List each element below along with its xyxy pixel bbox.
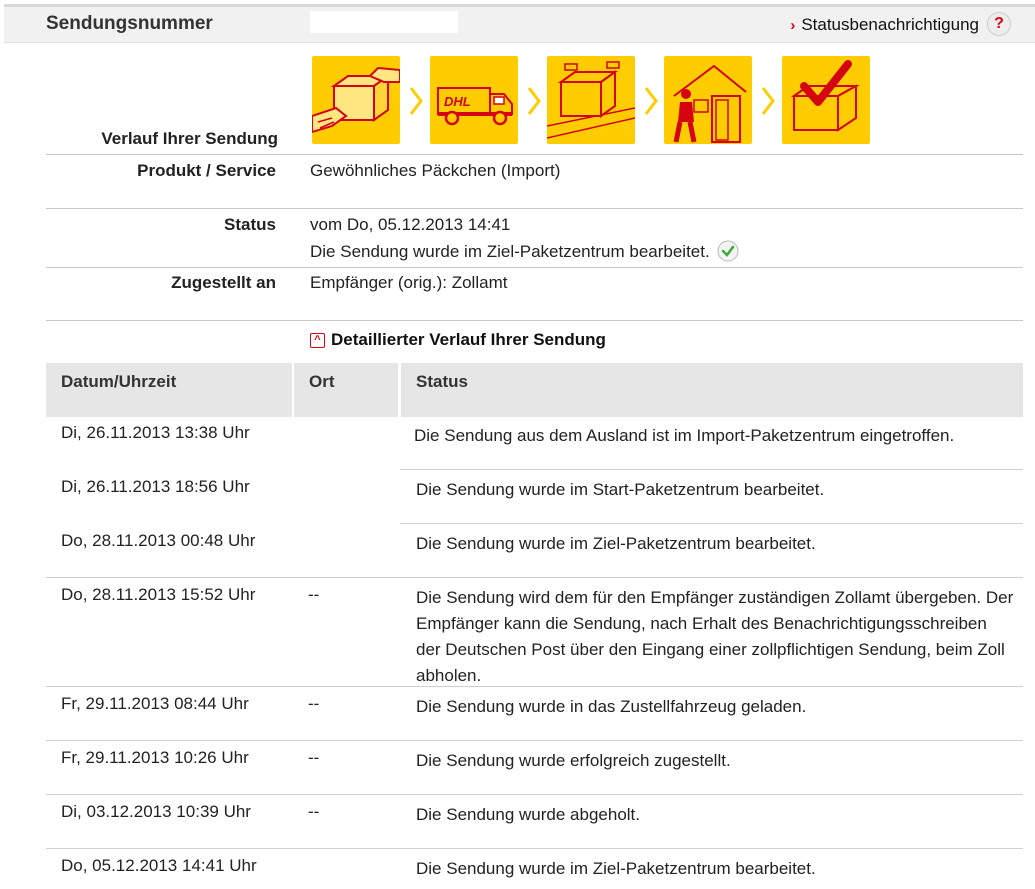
product-value: Gewöhnliches Päckchen (Import) <box>310 161 561 180</box>
page-title: Sendungsnummer <box>46 13 213 34</box>
row-date: Di, 26.11.2013 18:56 Uhr <box>61 477 250 496</box>
tracking-number-field <box>310 11 458 33</box>
chevron-right-icon <box>644 87 658 115</box>
row-date: Fr, 29.11.2013 10:26 Uhr <box>61 748 249 767</box>
row-status: Die Sendung wurde erfolgreich zugestellt… <box>416 751 731 770</box>
row-status: Die Sendung aus dem Ausland ist im Impor… <box>414 426 955 445</box>
chevron-right-icon <box>409 87 423 115</box>
row-status: Die Sendung wurde in das Zustellfahrzeug… <box>416 697 807 716</box>
row-place: -- <box>308 694 320 713</box>
help-icon[interactable]: ? <box>987 12 1011 36</box>
dhl-truck-icon: DHL <box>430 56 518 144</box>
svg-text:DHL: DHL <box>444 94 471 109</box>
status-text: Die Sendung wurde im Ziel-Paketzentrum b… <box>310 242 710 261</box>
delivered-label: Zugestellt an <box>171 273 276 292</box>
status-label: Status <box>224 215 276 234</box>
delivered-check-icon <box>782 56 870 144</box>
row-status: Die Sendung wurde abgeholt. <box>416 805 640 824</box>
chevron-right-icon <box>761 87 775 115</box>
status-text-wrap: Die Sendung wurde im Ziel-Paketzentrum b… <box>310 240 739 262</box>
row-date: Do, 28.11.2013 15:52 Uhr <box>61 585 256 604</box>
package-handover-icon <box>312 56 400 144</box>
progress-label: Verlauf Ihrer Sendung <box>101 129 278 148</box>
row-place: -- <box>308 748 320 767</box>
row-divider <box>400 523 1023 524</box>
status-notification-label: Statusbenachrichtigung <box>801 15 979 34</box>
divider <box>46 267 1023 268</box>
detail-history-label: Detaillierter Verlauf Ihrer Sendung <box>331 330 606 349</box>
row-divider <box>46 794 1023 795</box>
row-divider <box>46 577 1023 578</box>
collapse-icon: ^ <box>310 333 325 348</box>
row-place: -- <box>308 585 320 604</box>
chevron-right-icon <box>527 87 541 115</box>
row-date: Di, 26.11.2013 13:38 Uhr <box>61 423 250 442</box>
divider <box>46 154 1023 155</box>
column-header-status: Status <box>401 363 1023 417</box>
column-header-date: Datum/Uhrzeit <box>46 363 292 417</box>
row-date: Fr, 29.11.2013 08:44 Uhr <box>61 694 249 713</box>
chevron-right-icon: › <box>790 17 796 34</box>
row-status: Die Sendung wurde im Ziel-Paketzentrum b… <box>416 534 816 553</box>
header-bar: Sendungsnummer › Statusbenachrichtigung ? <box>4 7 1035 43</box>
row-status: Die Sendung wird dem für den Empfänger z… <box>416 588 1014 685</box>
row-status: Die Sendung wurde im Ziel-Paketzentrum b… <box>416 859 816 878</box>
status-date: vom Do, 05.12.2013 14:41 <box>310 215 511 234</box>
row-date: Do, 28.11.2013 00:48 Uhr <box>61 531 256 550</box>
row-divider <box>46 686 1023 687</box>
row-status: Die Sendung wurde im Start-Paketzentrum … <box>416 480 825 499</box>
divider <box>46 208 1023 209</box>
divider <box>46 320 1023 321</box>
row-place: -- <box>308 802 320 821</box>
delivered-value: Empfänger (orig.): Zollamt <box>310 273 508 292</box>
check-circle-icon <box>717 240 739 262</box>
status-notification-link[interactable]: › Statusbenachrichtigung <box>790 15 979 35</box>
row-date: Di, 03.12.2013 10:39 Uhr <box>61 802 251 821</box>
product-label: Produkt / Service <box>137 161 276 180</box>
column-header-place: Ort <box>294 363 398 417</box>
row-divider <box>46 740 1023 741</box>
detail-history-toggle[interactable]: ^ Detaillierter Verlauf Ihrer Sendung <box>310 330 606 350</box>
row-divider <box>400 469 1023 470</box>
row-date: Do, 05.12.2013 14:41 Uhr <box>61 856 257 875</box>
package-center-icon <box>547 56 635 144</box>
courier-delivery-icon <box>664 56 752 144</box>
row-divider <box>46 848 1023 849</box>
